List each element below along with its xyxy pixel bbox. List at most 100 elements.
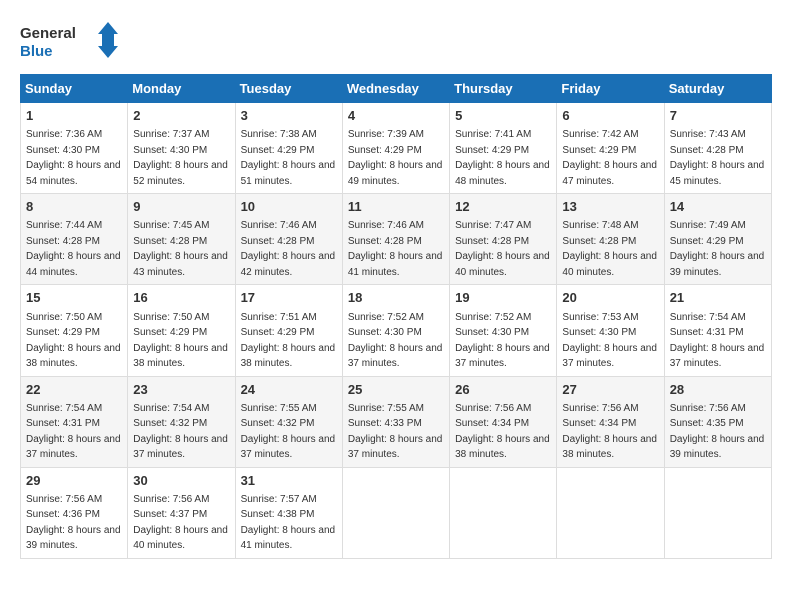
day-number: 16 (133, 289, 229, 307)
svg-text:General: General (20, 25, 76, 42)
day-number: 8 (26, 198, 122, 216)
calendar-week-row: 8 Sunrise: 7:44 AMSunset: 4:28 PMDaylight… (21, 194, 772, 285)
day-info: Sunrise: 7:57 AMSunset: 4:38 PMDaylight:… (241, 494, 336, 552)
calendar-day-cell: 22Sunrise: 7:54 AMSunset: 4:31 PMDayligh… (21, 376, 128, 467)
weekday-header-cell: Friday (557, 75, 664, 103)
day-info: Sunrise: 7:41 AMSunset: 4:29 PMDaylight:… (455, 129, 550, 187)
calendar-day-cell: 18Sunrise: 7:52 AMSunset: 4:30 PMDayligh… (342, 285, 449, 376)
calendar-day-cell: 13Sunrise: 7:48 AMSunset: 4:28 PMDayligh… (557, 194, 664, 285)
day-number: 31 (241, 472, 337, 490)
day-number: 28 (670, 381, 766, 399)
day-info: Sunrise: 7:51 AMSunset: 4:29 PMDaylight:… (241, 312, 336, 370)
day-info: Sunrise: 7:55 AMSunset: 4:32 PMDaylight:… (241, 403, 336, 461)
day-info: Sunrise: 7:37 AMSunset: 4:30 PMDaylight:… (133, 129, 228, 187)
calendar-day-cell: 30 Sunrise: 7:56 AMSunset: 4:37 PMDayligh… (128, 467, 235, 558)
weekday-header-cell: Tuesday (235, 75, 342, 103)
day-number: 30 (133, 472, 229, 490)
day-info: Sunrise: 7:46 AMSunset: 4:28 PMDaylight:… (348, 220, 443, 278)
weekday-header-cell: Saturday (664, 75, 771, 103)
calendar-day-cell (450, 467, 557, 558)
day-number: 22 (26, 381, 122, 399)
calendar-day-cell: 16 Sunrise: 7:50 AMSunset: 4:29 PMDayligh… (128, 285, 235, 376)
day-info: Sunrise: 7:45 AMSunset: 4:28 PMDaylight:… (133, 220, 228, 278)
calendar-day-cell: 23Sunrise: 7:54 AMSunset: 4:32 PMDayligh… (128, 376, 235, 467)
day-info: Sunrise: 7:56 AMSunset: 4:34 PMDaylight:… (562, 403, 657, 461)
weekday-header-cell: Thursday (450, 75, 557, 103)
day-info: Sunrise: 7:50 AMSunset: 4:29 PMDaylight:… (26, 312, 121, 370)
weekday-header-cell: Monday (128, 75, 235, 103)
day-number: 14 (670, 198, 766, 216)
day-number: 6 (562, 107, 658, 125)
day-info: Sunrise: 7:36 AMSunset: 4:30 PMDaylight:… (26, 129, 121, 187)
day-number: 3 (241, 107, 337, 125)
calendar-day-cell (664, 467, 771, 558)
calendar-day-cell: 2Sunrise: 7:37 AMSunset: 4:30 PMDaylight… (128, 103, 235, 194)
calendar-day-cell: 19 Sunrise: 7:52 AMSunset: 4:30 PMDayligh… (450, 285, 557, 376)
day-number: 18 (348, 289, 444, 307)
calendar-day-cell: 11 Sunrise: 7:46 AMSunset: 4:28 PMDayligh… (342, 194, 449, 285)
logo: General Blue (20, 20, 120, 64)
calendar-day-cell: 12 Sunrise: 7:47 AMSunset: 4:28 PMDayligh… (450, 194, 557, 285)
day-number: 26 (455, 381, 551, 399)
calendar-week-row: 22Sunrise: 7:54 AMSunset: 4:31 PMDayligh… (21, 376, 772, 467)
day-info: Sunrise: 7:52 AMSunset: 4:30 PMDaylight:… (455, 312, 550, 370)
day-number: 11 (348, 198, 444, 216)
day-number: 10 (241, 198, 337, 216)
calendar-day-cell: 24Sunrise: 7:55 AMSunset: 4:32 PMDayligh… (235, 376, 342, 467)
calendar-day-cell: 20 Sunrise: 7:53 AMSunset: 4:30 PMDayligh… (557, 285, 664, 376)
calendar-day-cell: 21 Sunrise: 7:54 AMSunset: 4:31 PMDayligh… (664, 285, 771, 376)
logo-text-block: General Blue (20, 20, 120, 64)
calendar-day-cell: 31 Sunrise: 7:57 AMSunset: 4:38 PMDayligh… (235, 467, 342, 558)
day-info: Sunrise: 7:42 AMSunset: 4:29 PMDaylight:… (562, 129, 657, 187)
calendar-day-cell: 9 Sunrise: 7:45 AMSunset: 4:28 PMDaylight… (128, 194, 235, 285)
calendar-week-row: 29 Sunrise: 7:56 AMSunset: 4:36 PMDayligh… (21, 467, 772, 558)
calendar-day-cell: 28 Sunrise: 7:56 AMSunset: 4:35 PMDayligh… (664, 376, 771, 467)
day-number: 12 (455, 198, 551, 216)
day-number: 27 (562, 381, 658, 399)
day-number: 13 (562, 198, 658, 216)
calendar-day-cell: 26 Sunrise: 7:56 AMSunset: 4:34 PMDayligh… (450, 376, 557, 467)
day-info: Sunrise: 7:49 AMSunset: 4:29 PMDaylight:… (670, 220, 765, 278)
calendar-week-row: 1 Sunrise: 7:36 AMSunset: 4:30 PMDaylight… (21, 103, 772, 194)
svg-text:Blue: Blue (20, 43, 53, 60)
calendar-day-cell: 14 Sunrise: 7:49 AMSunset: 4:29 PMDayligh… (664, 194, 771, 285)
calendar-week-row: 15 Sunrise: 7:50 AMSunset: 4:29 PMDayligh… (21, 285, 772, 376)
day-number: 29 (26, 472, 122, 490)
day-info: Sunrise: 7:46 AMSunset: 4:28 PMDaylight:… (241, 220, 336, 278)
calendar-day-cell (557, 467, 664, 558)
calendar-day-cell: 7 Sunrise: 7:43 AMSunset: 4:28 PMDaylight… (664, 103, 771, 194)
page-header: General Blue (20, 20, 772, 64)
day-number: 4 (348, 107, 444, 125)
day-info: Sunrise: 7:53 AMSunset: 4:30 PMDaylight:… (562, 312, 657, 370)
day-info: Sunrise: 7:56 AMSunset: 4:36 PMDaylight:… (26, 494, 121, 552)
day-info: Sunrise: 7:39 AMSunset: 4:29 PMDaylight:… (348, 129, 443, 187)
day-number: 19 (455, 289, 551, 307)
day-number: 25 (348, 381, 444, 399)
day-number: 21 (670, 289, 766, 307)
day-info: Sunrise: 7:54 AMSunset: 4:31 PMDaylight:… (670, 312, 765, 370)
weekday-header-row: SundayMondayTuesdayWednesdayThursdayFrid… (21, 75, 772, 103)
day-info: Sunrise: 7:56 AMSunset: 4:34 PMDaylight:… (455, 403, 550, 461)
day-number: 7 (670, 107, 766, 125)
day-info: Sunrise: 7:44 AMSunset: 4:28 PMDaylight:… (26, 220, 121, 278)
logo-svg: General Blue (20, 20, 120, 64)
calendar-day-cell: 6 Sunrise: 7:42 AMSunset: 4:29 PMDaylight… (557, 103, 664, 194)
day-number: 20 (562, 289, 658, 307)
day-number: 9 (133, 198, 229, 216)
weekday-header-cell: Wednesday (342, 75, 449, 103)
calendar-day-cell: 15 Sunrise: 7:50 AMSunset: 4:29 PMDayligh… (21, 285, 128, 376)
calendar-day-cell: 5 Sunrise: 7:41 AMSunset: 4:29 PMDaylight… (450, 103, 557, 194)
day-info: Sunrise: 7:56 AMSunset: 4:35 PMDaylight:… (670, 403, 765, 461)
calendar-day-cell: 27 Sunrise: 7:56 AMSunset: 4:34 PMDayligh… (557, 376, 664, 467)
day-number: 17 (241, 289, 337, 307)
day-number: 15 (26, 289, 122, 307)
day-number: 5 (455, 107, 551, 125)
calendar-day-cell: 3Sunrise: 7:38 AMSunset: 4:29 PMDaylight… (235, 103, 342, 194)
day-info: Sunrise: 7:47 AMSunset: 4:28 PMDaylight:… (455, 220, 550, 278)
day-number: 1 (26, 107, 122, 125)
calendar-body: 1 Sunrise: 7:36 AMSunset: 4:30 PMDaylight… (21, 103, 772, 559)
day-info: Sunrise: 7:50 AMSunset: 4:29 PMDaylight:… (133, 312, 228, 370)
day-info: Sunrise: 7:43 AMSunset: 4:28 PMDaylight:… (670, 129, 765, 187)
calendar-table: SundayMondayTuesdayWednesdayThursdayFrid… (20, 74, 772, 559)
day-info: Sunrise: 7:56 AMSunset: 4:37 PMDaylight:… (133, 494, 228, 552)
